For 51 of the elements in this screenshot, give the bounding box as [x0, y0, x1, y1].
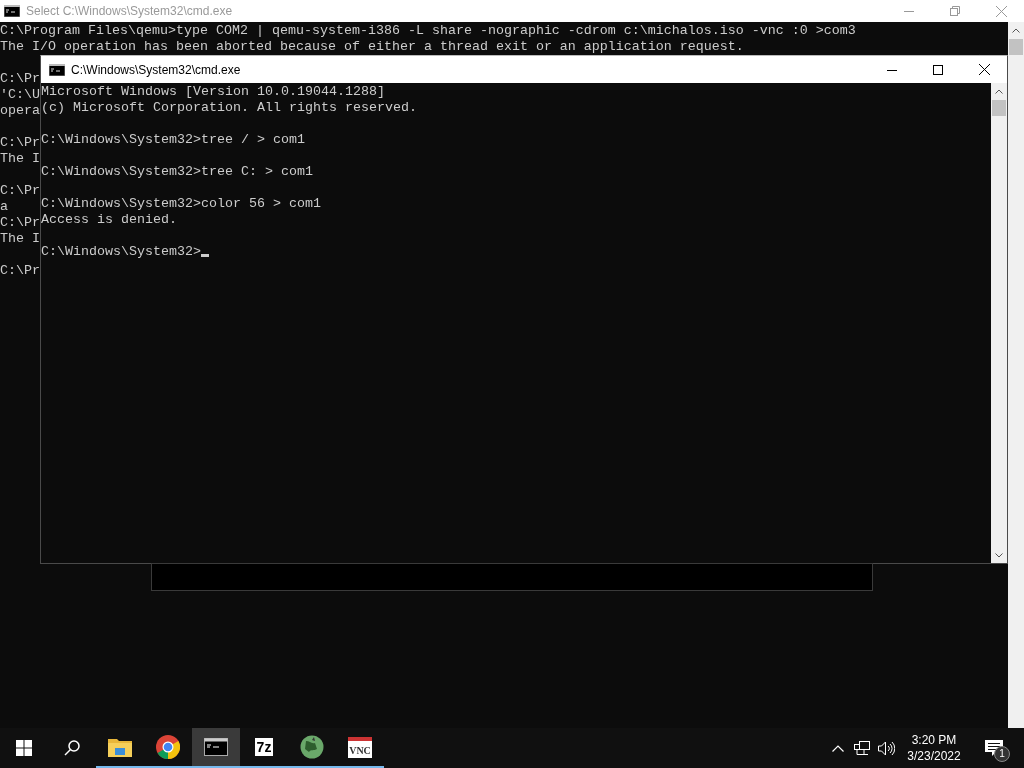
- chevron-up-icon: [832, 744, 844, 752]
- restore-icon: [950, 6, 960, 16]
- window-title: Select C:\Windows\System32\cmd.exe: [26, 4, 234, 18]
- console-line: C:\Pr: [0, 135, 40, 151]
- console-line: C:\Pr: [0, 263, 40, 279]
- close-icon: [978, 64, 990, 75]
- console-line: C:\Windows\System32>tree C: > com1: [41, 164, 313, 180]
- clock-date: 3/23/2022: [907, 748, 961, 764]
- scroll-down-icon[interactable]: [995, 552, 1003, 558]
- console-line: The I: [0, 231, 40, 247]
- console-line: 'C:\U: [0, 87, 40, 103]
- scrollbar[interactable]: [1008, 22, 1024, 728]
- scroll-thumb[interactable]: [1009, 39, 1023, 55]
- notification-count: 1: [994, 746, 1010, 762]
- scroll-thumb[interactable]: [992, 100, 1006, 116]
- maximize-icon: [933, 64, 943, 75]
- console-line: C:\Windows\System32>: [41, 244, 201, 259]
- clock[interactable]: 3:20 PM 3/23/2022: [898, 728, 970, 768]
- clock-time: 3:20 PM: [911, 732, 957, 748]
- console-icon: [49, 63, 65, 76]
- console-line: C:\Pr: [0, 215, 40, 231]
- console-line: Microsoft Windows [Version 10.0.19044.1288]: [41, 84, 385, 100]
- console-line: (c) Microsoft Corporation. All rights reserved.: [41, 100, 417, 116]
- search-icon: [64, 740, 80, 756]
- console-line: C:\Pr: [0, 183, 40, 199]
- folder-icon: [108, 737, 132, 757]
- console-button[interactable]: [192, 728, 240, 768]
- vnc-button[interactable]: VNC: [336, 728, 384, 768]
- console-line: C:\Program Files\qemu>type COM2 | qemu-system-i386 -L share -nographic -cdrom c:\michalos.iso -vnc :0 >com3: [0, 23, 856, 39]
- scroll-up-icon[interactable]: [995, 88, 1003, 94]
- globe-icon: [300, 735, 324, 759]
- scrollbar[interactable]: [991, 83, 1007, 563]
- console-line: C:\Windows\System32>color 56 > com1: [41, 196, 321, 212]
- console-line: C:\Windows\System32>tree / > com1: [41, 132, 305, 148]
- network-icon: [854, 740, 870, 756]
- console-line: Access is denied.: [41, 212, 177, 228]
- console-line: a: [0, 199, 8, 215]
- console-line: C:\Pr: [0, 71, 40, 87]
- archiver-button[interactable]: 7z: [240, 728, 288, 768]
- windows-logo-icon: [16, 740, 32, 756]
- action-center-button[interactable]: 1: [974, 728, 1014, 768]
- scroll-up-icon[interactable]: [1012, 27, 1020, 33]
- browser-icon: [156, 735, 180, 759]
- close-icon: [995, 5, 1007, 17]
- console-icon: [4, 5, 20, 17]
- console-line: The I/O operation has been aborted because of either a thread exit or an application request.: [0, 39, 744, 55]
- console-line: opera: [0, 103, 40, 119]
- speaker-icon: [877, 740, 895, 756]
- console-icon: [204, 738, 228, 756]
- console-line: The I: [0, 151, 40, 167]
- window-title: C:\Windows\System32\cmd.exe: [71, 62, 242, 77]
